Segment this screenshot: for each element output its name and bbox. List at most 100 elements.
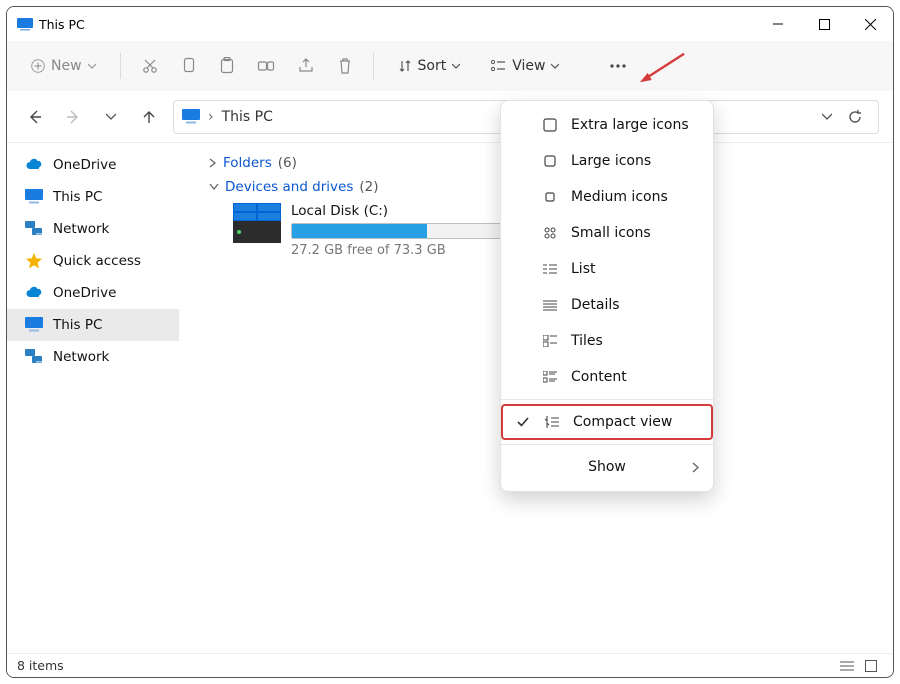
view-option-small-icons[interactable]: Small icons	[501, 215, 713, 251]
copy-icon	[181, 57, 197, 75]
drive-capacity-bar	[291, 223, 511, 239]
view-option-list[interactable]: List	[501, 251, 713, 287]
paste-icon	[219, 57, 235, 75]
chevron-right-icon	[209, 158, 217, 168]
view-option-icon	[541, 335, 559, 347]
sort-label: Sort	[418, 58, 447, 74]
chevron-down-icon[interactable]	[822, 112, 832, 122]
view-option-label: Details	[571, 297, 620, 313]
chevron-right-icon: ›	[208, 109, 214, 125]
view-option-icon	[541, 154, 559, 168]
sidebar-item-label: Network	[53, 221, 109, 237]
more-button[interactable]	[603, 48, 633, 84]
sidebar-item-onedrive[interactable]: OneDrive	[7, 277, 179, 309]
sidebar-item-network[interactable]: Network	[7, 341, 179, 373]
breadcrumb-location[interactable]: This PC	[222, 109, 273, 125]
divider	[120, 53, 121, 79]
sidebar-item-network[interactable]: Network	[7, 213, 179, 245]
view-option-details[interactable]: Details	[501, 287, 713, 323]
rename-button[interactable]	[251, 48, 281, 84]
sidebar-item-label: Quick access	[53, 253, 141, 269]
up-button[interactable]	[135, 103, 163, 131]
chevron-down-icon	[88, 62, 96, 70]
status-item-count: 8 items	[17, 658, 64, 673]
view-option-label: Compact view	[573, 414, 672, 430]
sidebar-item-label: This PC	[53, 189, 102, 205]
details-view-toggle[interactable]	[835, 660, 859, 672]
view-option-label: Medium icons	[571, 189, 668, 205]
sidebar-item-this-pc[interactable]: This PC	[7, 309, 179, 341]
menu-separator	[501, 399, 713, 400]
view-option-label: Tiles	[571, 333, 603, 349]
group-folders-count: (6)	[278, 155, 297, 171]
network-icon	[25, 221, 43, 237]
sidebar-item-quick-access[interactable]: Quick access	[7, 245, 179, 277]
view-submenu-show[interactable]: Show	[501, 449, 713, 485]
sort-button[interactable]: Sort	[388, 48, 471, 84]
sidebar-item-label: Network	[53, 349, 109, 365]
sort-icon	[398, 59, 412, 73]
maximize-button[interactable]	[801, 7, 847, 41]
refresh-button[interactable]	[840, 102, 870, 132]
delete-button[interactable]	[331, 48, 359, 84]
drive-free-text: 27.2 GB free of 73.3 GB	[291, 243, 511, 258]
compact-view-icon	[543, 416, 561, 428]
view-option-content[interactable]: Content	[501, 359, 713, 395]
status-bar: 8 items	[7, 653, 893, 677]
toolbar: New	[7, 41, 893, 91]
monitor-icon	[25, 189, 43, 205]
sidebar-item-label: This PC	[53, 317, 102, 333]
close-button[interactable]	[847, 7, 893, 41]
view-option-label: Extra large icons	[571, 117, 689, 133]
chevron-down-icon	[209, 183, 219, 191]
rename-icon	[257, 57, 275, 75]
sidebar-item-onedrive[interactable]: OneDrive	[7, 149, 179, 181]
view-option-icon	[541, 371, 559, 383]
view-option-icon	[541, 118, 559, 132]
sidebar: OneDrive This PC Network Quick access OneDri…	[7, 143, 179, 653]
main-area: OneDrive This PC Network Quick access OneDri…	[7, 143, 893, 653]
divider	[373, 53, 374, 79]
minimize-button[interactable]	[755, 7, 801, 41]
view-icon	[490, 59, 506, 73]
share-icon	[297, 57, 315, 75]
back-button[interactable]	[21, 103, 49, 131]
cloud-icon	[25, 286, 43, 300]
sidebar-item-label: OneDrive	[53, 157, 116, 173]
view-button[interactable]: View	[480, 48, 569, 84]
view-option-icon	[541, 263, 559, 275]
view-option-compact-view[interactable]: Compact view	[501, 404, 713, 440]
view-option-tiles[interactable]: Tiles	[501, 323, 713, 359]
sidebar-item-this-pc[interactable]: This PC	[7, 181, 179, 213]
view-option-label: Content	[571, 369, 627, 385]
window-controls	[755, 7, 893, 41]
monitor-icon	[25, 317, 43, 333]
drive-name: Local Disk (C:)	[291, 203, 511, 219]
check-icon	[515, 416, 531, 428]
nav-row: › This PC	[7, 91, 893, 143]
forward-button[interactable]	[59, 103, 87, 131]
share-button[interactable]	[291, 48, 321, 84]
network-icon	[25, 349, 43, 365]
view-option-large-icons[interactable]: Large icons	[501, 143, 713, 179]
copy-button[interactable]	[175, 48, 203, 84]
new-button[interactable]: New	[21, 48, 106, 84]
chevron-down-icon	[551, 62, 559, 70]
view-option-icon	[541, 226, 559, 240]
thumb-view-toggle[interactable]	[859, 660, 883, 672]
titlebar: This PC	[7, 7, 893, 41]
ellipsis-icon	[609, 63, 627, 69]
monitor-icon	[182, 109, 200, 125]
view-option-icon	[541, 190, 559, 204]
recent-button[interactable]	[97, 103, 125, 131]
view-label: View	[512, 58, 545, 74]
paste-button[interactable]	[213, 48, 241, 84]
view-option-extra-large-icons[interactable]: Extra large icons	[501, 107, 713, 143]
group-folders-label: Folders	[223, 155, 272, 171]
view-dropdown: Extra large icons Large icons Medium icons…	[500, 100, 714, 492]
new-label: New	[51, 58, 82, 74]
view-option-medium-icons[interactable]: Medium icons	[501, 179, 713, 215]
group-drives-count: (2)	[359, 179, 378, 195]
drive-icon	[233, 203, 281, 243]
cut-button[interactable]	[135, 48, 165, 84]
